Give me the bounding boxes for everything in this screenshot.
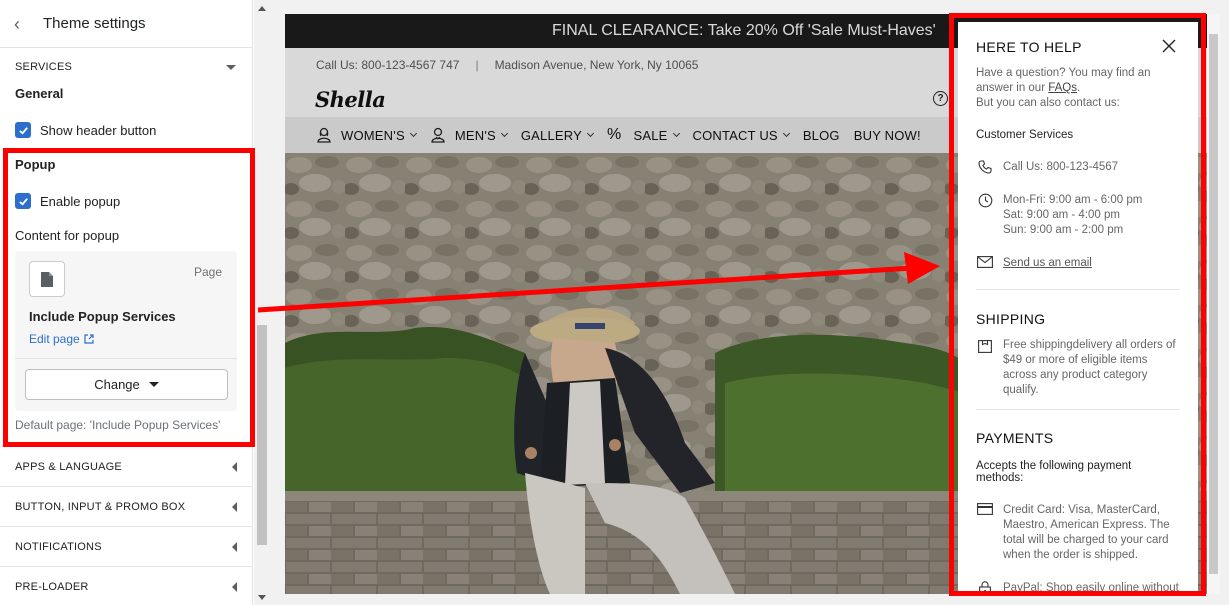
section-label: NOTIFICATIONS (15, 540, 102, 553)
section-services-label: SERVICES (15, 61, 73, 73)
chevron-down-icon (409, 129, 417, 138)
chevron-down-icon (672, 129, 680, 138)
woman-icon (316, 127, 332, 143)
sidebar-header: ‹ Theme settings (0, 0, 252, 48)
nav-item-womens[interactable]: WOMEN'S (316, 127, 417, 143)
general-heading: General (15, 86, 64, 101)
nav-label: BLOG (802, 127, 840, 143)
nav-item-contact[interactable]: CONTACT US (692, 127, 790, 143)
section-label: PRE-LOADER (15, 580, 89, 593)
show-header-button-label: Show header button (40, 122, 157, 138)
nav-label: BUY NOW! (853, 127, 921, 143)
caret-left-icon (232, 541, 237, 552)
caret-down-icon (226, 64, 236, 70)
annotation-box-popup-preview (949, 13, 1206, 596)
chevron-down-icon (586, 129, 595, 138)
back-arrow-icon[interactable]: ‹ (14, 15, 30, 33)
contact-separator: | (475, 57, 479, 72)
nav-label: CONTACT US (692, 127, 778, 143)
section-label: BUTTON, INPUT & PROMO BOX (15, 500, 186, 513)
show-header-button-checkbox[interactable]: Show header button (0, 121, 252, 139)
phone-text: Call Us: 800-123-4567 747 (316, 57, 460, 72)
chevron-down-icon (782, 129, 790, 138)
section-apps-language[interactable]: APPS & LANGUAGE (0, 447, 252, 487)
nav-item-sale[interactable]: % SALE (607, 126, 680, 144)
preview-scrollbar-thumb[interactable] (1209, 34, 1218, 574)
chevron-down-icon (500, 129, 508, 138)
nav-item-gallery[interactable]: GALLERY (520, 127, 595, 143)
caret-left-icon (232, 501, 237, 512)
preview-scrollbar[interactable] (1207, 14, 1220, 594)
scrollbar-thumb[interactable] (257, 325, 267, 545)
checkbox-checked-icon[interactable] (15, 122, 31, 138)
scroll-up-arrow-icon[interactable] (258, 6, 266, 11)
section-notifications[interactable]: NOTIFICATIONS (0, 527, 252, 567)
man-icon (430, 127, 446, 143)
store-logo[interactable]: Shella (315, 87, 386, 112)
annotation-box-popup-settings (3, 148, 255, 447)
nav-item-buy-now[interactable]: BUY NOW! (854, 128, 921, 143)
nav-item-mens[interactable]: MEN'S (430, 127, 508, 143)
promo-text: FINAL CLEARANCE: Take 20% Off 'Sale Must… (552, 22, 936, 39)
section-pre-loader[interactable]: PRE-LOADER (0, 567, 252, 605)
nav-label: WOMEN'S (341, 127, 405, 143)
sidebar-scrollbar[interactable] (254, 0, 269, 605)
section-button-input-promo[interactable]: BUTTON, INPUT & PROMO BOX (0, 487, 252, 527)
nav-label: SALE (633, 127, 668, 143)
nav-item-blog[interactable]: BLOG (803, 128, 840, 143)
caret-left-icon (232, 581, 237, 592)
nav-label: GALLERY (520, 127, 583, 143)
nav-label: MEN'S (454, 127, 496, 143)
address-text: Madison Avenue, New York, Ny 10065 (494, 57, 699, 72)
help-icon[interactable]: ? (933, 91, 948, 106)
caret-left-icon (232, 461, 237, 472)
sidebar-title: Theme settings (43, 15, 146, 32)
section-services-toggle[interactable]: SERVICES (0, 48, 252, 86)
percent-icon: % (607, 126, 622, 143)
scroll-down-arrow-icon[interactable] (258, 595, 266, 600)
section-label: APPS & LANGUAGE (15, 460, 122, 473)
